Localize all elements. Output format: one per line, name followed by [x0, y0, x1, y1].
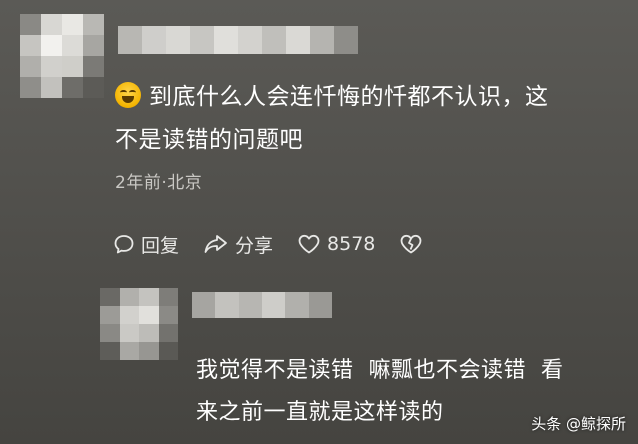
comment-actions: 回复 分享 8578 — [113, 229, 453, 259]
comment-line-1: 到底什么人会连忏悔的忏都不认识，这 — [115, 76, 615, 119]
heart-icon — [298, 234, 320, 254]
share-button[interactable]: 分享 — [203, 231, 273, 258]
comment-meta: 2年前·北京 — [115, 173, 203, 193]
laugh-tears-emoji-icon — [115, 82, 141, 108]
comment-text-line1: 到底什么人会连忏悔的忏都不认识，这 — [149, 84, 549, 110]
reply-button[interactable]: 回复 — [113, 231, 179, 258]
comment-body: 到底什么人会连忏悔的忏都不认识，这 不是读错的问题吧 — [115, 76, 615, 162]
broken-heart-icon — [400, 234, 422, 254]
chat-bubble-icon — [114, 235, 134, 254]
comment-thread: 到底什么人会连忏悔的忏都不认识，这 不是读错的问题吧 2年前·北京 回复 分享 … — [0, 0, 638, 444]
like-button[interactable]: 8578 — [297, 233, 375, 255]
share-label: 分享 — [235, 234, 274, 257]
commenter-avatar-blurred[interactable] — [20, 14, 104, 98]
share-arrow-icon — [204, 235, 227, 253]
commenter-name-blurred[interactable] — [118, 26, 358, 54]
dislike-button[interactable] — [399, 233, 429, 255]
comment-text-line2: 不是读错的问题吧 — [115, 127, 303, 153]
reply-text-line1: 我觉得不是读错 嘛瓢也不会读错 看 — [196, 358, 564, 383]
like-count: 8578 — [327, 233, 376, 255]
replier-name-blurred[interactable] — [192, 292, 332, 318]
source-watermark: 头条 @鲸探所 — [531, 415, 626, 433]
replier-avatar-blurred[interactable] — [100, 288, 178, 360]
reply-label: 回复 — [141, 234, 180, 257]
